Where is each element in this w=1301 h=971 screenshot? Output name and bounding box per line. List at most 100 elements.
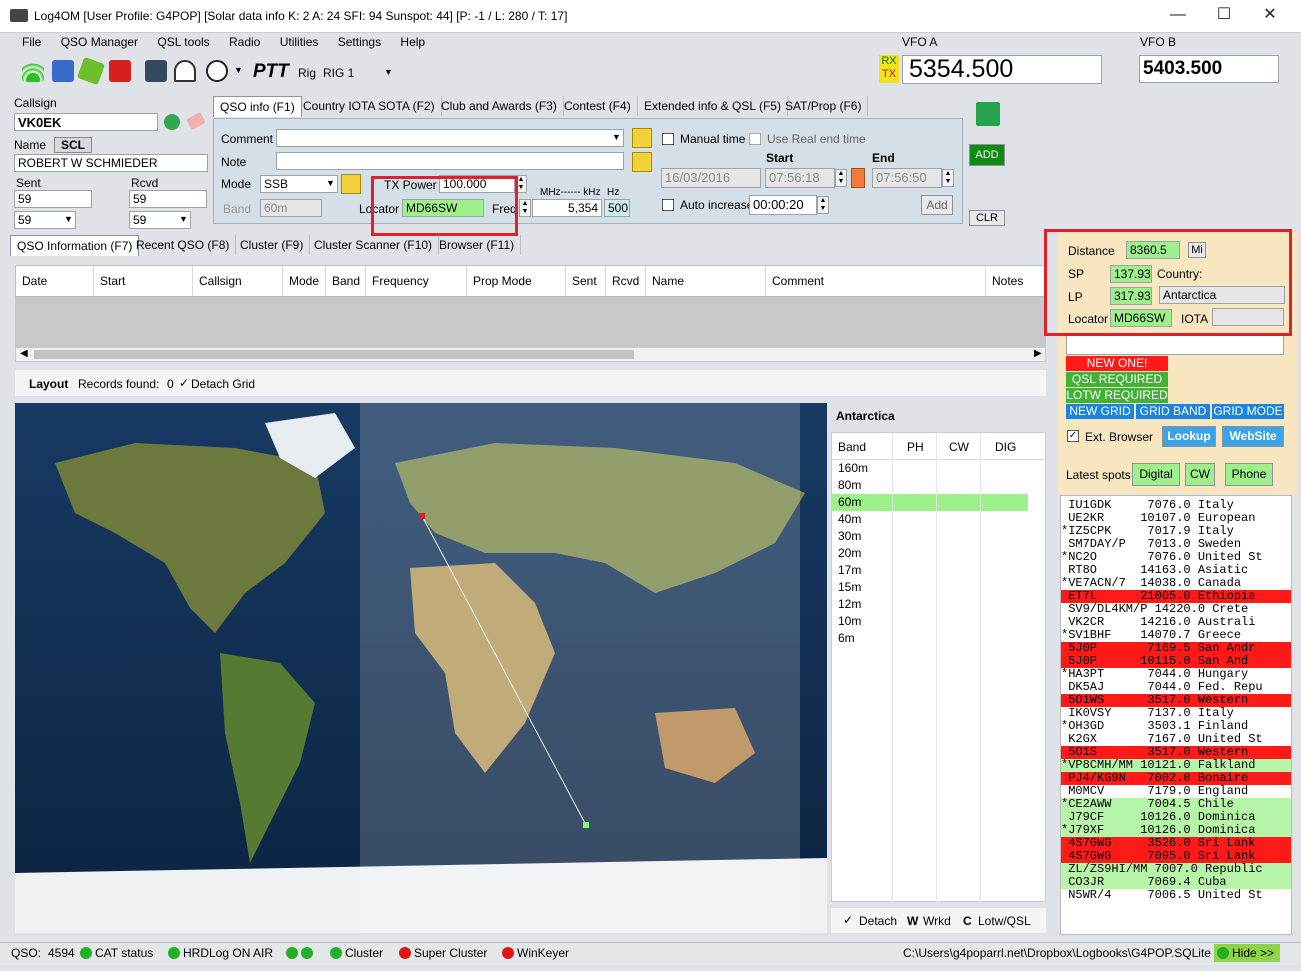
col-date[interactable]: Date bbox=[16, 266, 94, 296]
auto-increase-spinner[interactable]: ▲ ▼ bbox=[817, 196, 829, 214]
spot-row[interactable]: IK0VSY 7137.0 Italy bbox=[1061, 707, 1291, 720]
col-notes[interactable]: Notes bbox=[986, 266, 1046, 296]
col-band[interactable]: Band bbox=[326, 266, 366, 296]
spot-row[interactable]: 5O1WS 3517.0 Western bbox=[1061, 694, 1291, 707]
col-frequency[interactable]: Frequency bbox=[366, 266, 467, 296]
hide-button[interactable]: Hide >> bbox=[1214, 944, 1281, 962]
tab-cluster-scanner[interactable]: Cluster Scanner (F10) bbox=[308, 235, 440, 255]
date-input[interactable]: 16/03/2016 bbox=[661, 168, 761, 188]
log-icon[interactable] bbox=[109, 60, 131, 82]
menu-qsl-tools[interactable]: QSL tools bbox=[149, 32, 217, 52]
freq-spinner[interactable]: ▲ ▼ bbox=[519, 199, 531, 217]
menu-file[interactable]: File bbox=[14, 32, 49, 52]
spot-row[interactable]: M0MCV 7179.0 England bbox=[1061, 785, 1291, 798]
spot-row[interactable]: *J79XF 10126.0 Dominica bbox=[1061, 824, 1291, 837]
sent-input[interactable]: 59 bbox=[14, 190, 92, 208]
eraser-icon[interactable] bbox=[186, 111, 206, 131]
spot-row[interactable]: *VP8CMH/MM 10121.0 Falkland bbox=[1061, 759, 1291, 772]
hz-input[interactable]: 500 bbox=[604, 199, 630, 217]
tab-cluster[interactable]: Cluster (F9) bbox=[234, 235, 311, 255]
vfo-a-display[interactable]: 5354.500 bbox=[902, 55, 1102, 84]
close-button[interactable]: ✕ bbox=[1247, 0, 1293, 30]
spot-row[interactable]: *SV1BHF 14070.7 Greece bbox=[1061, 629, 1291, 642]
real-end-time-checkbox[interactable] bbox=[749, 133, 761, 145]
menu-utilities[interactable]: Utilities bbox=[272, 32, 327, 52]
tools-icon[interactable] bbox=[145, 60, 167, 82]
name-input[interactable]: ROBERT W SCHMIEDER bbox=[14, 154, 208, 172]
col-comment[interactable]: Comment bbox=[766, 266, 986, 296]
spot-row[interactable]: ET7L 21005.0 Ethiopia bbox=[1061, 590, 1291, 603]
vfo-b-display[interactable]: 5403.500 bbox=[1139, 55, 1279, 83]
maximize-button[interactable]: ☐ bbox=[1201, 0, 1247, 30]
digital-filter-button[interactable]: Digital bbox=[1132, 463, 1180, 486]
spot-row[interactable]: *IZ5CPK 7017.9 Italy bbox=[1061, 525, 1291, 538]
callsign-input[interactable]: VK0EK bbox=[14, 113, 158, 131]
minimize-button[interactable]: — bbox=[1155, 0, 1201, 30]
menu-help[interactable]: Help bbox=[392, 32, 433, 52]
satellite-icon[interactable] bbox=[52, 60, 74, 82]
phone-filter-button[interactable]: Phone bbox=[1225, 463, 1273, 486]
band-detach-button[interactable]: Detach bbox=[859, 914, 897, 928]
start-time-spinner[interactable]: ▲ ▼ bbox=[835, 169, 847, 187]
comment-dropdown-icon[interactable]: ▼ bbox=[612, 132, 621, 142]
spots-list[interactable]: IU1GDK 7076.0 Italy UE2KR 10107.0 Europe… bbox=[1060, 495, 1292, 935]
mode-lock-icon[interactable] bbox=[341, 174, 361, 194]
auto-increase-checkbox[interactable] bbox=[662, 199, 674, 211]
grid-scrollbar[interactable]: ◀ ▶ bbox=[15, 347, 1046, 362]
spot-row[interactable]: K2GX 7167.0 United St bbox=[1061, 733, 1291, 746]
spot-row[interactable]: 5J0P 10115.0 San And bbox=[1061, 655, 1291, 668]
menu-settings[interactable]: Settings bbox=[330, 32, 389, 52]
col-prop-mode[interactable]: Prop Mode bbox=[467, 266, 566, 296]
spot-row[interactable]: *CE2AWW 7004.5 Chile bbox=[1061, 798, 1291, 811]
tab-contest[interactable]: Contest (F4) bbox=[558, 96, 638, 116]
wifi-icon[interactable] bbox=[22, 60, 44, 82]
manual-time-checkbox[interactable] bbox=[662, 133, 674, 145]
spot-row[interactable]: *HA3PT 7044.0 Hungary bbox=[1061, 668, 1291, 681]
hrdlog-status[interactable]: HRDLog ON AIR bbox=[168, 946, 273, 960]
ptt-button[interactable]: PTT bbox=[253, 61, 289, 83]
spot-row[interactable]: 4S7GWG 7095.0 Sri Lank bbox=[1061, 850, 1291, 863]
col-sent[interactable]: Sent bbox=[566, 266, 606, 296]
winkeyer-status[interactable]: WinKeyer bbox=[502, 946, 569, 960]
cluster-status[interactable]: Cluster bbox=[330, 946, 383, 960]
end-time-spinner[interactable]: ▲ ▼ bbox=[942, 169, 954, 187]
col-start[interactable]: Start bbox=[94, 266, 193, 296]
note-input[interactable] bbox=[276, 152, 624, 170]
rcvd-input[interactable]: 59 bbox=[129, 190, 207, 208]
spot-row[interactable]: 5O1S 3517.0 Western bbox=[1061, 746, 1291, 759]
tab-sat-prop[interactable]: SAT/Prop (F6) bbox=[779, 96, 869, 116]
detach-grid-button[interactable]: Detach Grid bbox=[191, 377, 255, 391]
cw-filter-button[interactable]: CW bbox=[1185, 463, 1215, 486]
spot-row[interactable]: *OH3GD 3503.1 Finland bbox=[1061, 720, 1291, 733]
tab-qso-info[interactable]: QSO info (F1) bbox=[213, 96, 302, 117]
headset-icon[interactable] bbox=[174, 60, 196, 82]
tab-browser[interactable]: Browser (F11) bbox=[433, 235, 522, 255]
spot-row[interactable]: 4S7GWG 3526.0 Sri Lank bbox=[1061, 837, 1291, 850]
col-callsign[interactable]: Callsign bbox=[193, 266, 283, 296]
spot-row[interactable]: DK5AJ 7044.0 Fed. Repu bbox=[1061, 681, 1291, 694]
freq-input[interactable]: 5,354 bbox=[532, 199, 602, 217]
world-map[interactable] bbox=[15, 403, 827, 933]
website-button[interactable]: WebSite bbox=[1222, 426, 1284, 447]
cluster-icon[interactable] bbox=[76, 56, 106, 86]
spot-row[interactable]: ZL/ZS9HI/MM 7007.0 Republic bbox=[1061, 863, 1291, 876]
sent-dropdown-icon[interactable]: ▼ bbox=[64, 214, 73, 224]
tab-extended-info[interactable]: Extended info & QSL (F5) bbox=[638, 96, 788, 116]
spot-row[interactable]: N5WR/4 7006.5 United St bbox=[1061, 889, 1291, 902]
notebook-icon[interactable] bbox=[976, 102, 1000, 126]
col-mode[interactable]: Mode bbox=[283, 266, 326, 296]
scroll-right-icon[interactable]: ▶ bbox=[1034, 348, 1042, 359]
band-select[interactable]: 60m bbox=[260, 199, 322, 217]
spot-row[interactable]: SM7DAY/P 7013.0 Sweden bbox=[1061, 538, 1291, 551]
col-rcvd[interactable]: Rcvd bbox=[606, 266, 646, 296]
super-cluster-status[interactable]: Super Cluster bbox=[399, 946, 487, 960]
col-name[interactable]: Name bbox=[646, 266, 766, 296]
spot-row[interactable]: CO3JR 7069.4 Cuba bbox=[1061, 876, 1291, 889]
comment-input[interactable] bbox=[276, 129, 624, 147]
note-lock-icon[interactable] bbox=[632, 152, 652, 172]
clr-button[interactable]: CLR bbox=[969, 210, 1005, 226]
scroll-left-icon[interactable]: ◀ bbox=[20, 348, 28, 359]
spot-row[interactable]: PJ4/KG9N 7002.0 Bonaire bbox=[1061, 772, 1291, 785]
comment-lock-icon[interactable] bbox=[632, 128, 652, 148]
scroll-thumb[interactable] bbox=[34, 350, 634, 359]
